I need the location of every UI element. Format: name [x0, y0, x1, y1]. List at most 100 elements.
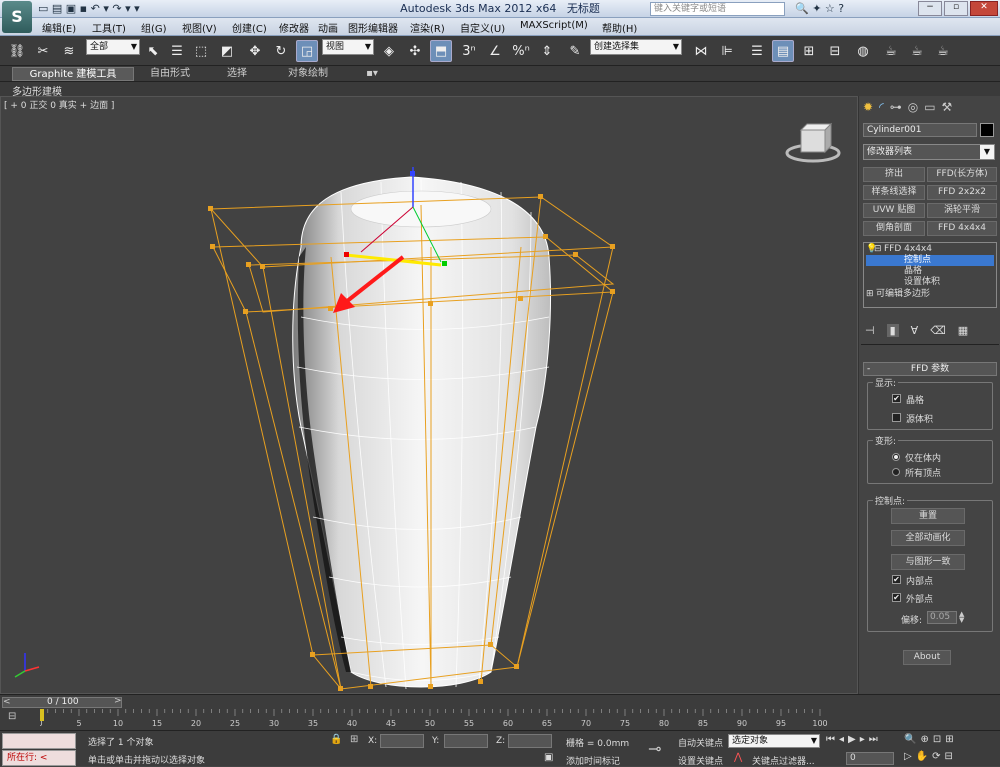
menu-modifiers[interactable]: 修改器 [279, 20, 309, 35]
mod-extrude-button[interactable]: 挤出 [863, 167, 925, 182]
key-filters-button[interactable]: 关键点过滤器... [752, 754, 815, 767]
select-manipulate-icon[interactable]: ✣ [404, 40, 426, 62]
pin-stack-icon[interactable]: ⊣ [865, 324, 875, 337]
add-time-tag[interactable]: 添加时间标记 [566, 754, 620, 767]
stack-subobject-lattice[interactable]: 晶格 [866, 266, 994, 277]
minimize-button[interactable]: − [918, 1, 942, 16]
orbit-icon[interactable]: ⟳ [932, 751, 940, 762]
rect-selection-icon[interactable]: ⬚ [190, 40, 212, 62]
offset-spinner-icon[interactable]: ▲ ▼ [959, 611, 968, 624]
running-line[interactable]: 所在行: < [2, 750, 76, 766]
mod-ffd222-button[interactable]: FFD 2x2x2 [927, 185, 997, 200]
angle-snap-icon[interactable]: ∠ [484, 40, 506, 62]
window-crossing-icon[interactable]: ◩ [216, 40, 238, 62]
lattice-checkbox[interactable]: ✔ [892, 394, 901, 403]
menu-graph-editors[interactable]: 图形编辑器 [348, 20, 398, 35]
keyboard-shortcut-icon[interactable]: ⬒ [430, 40, 452, 62]
edit-named-selection-icon[interactable]: ✎ [564, 40, 586, 62]
outside-points-checkbox[interactable]: ✔ [892, 593, 901, 602]
maximize-viewport-icon[interactable]: ⊞ [945, 734, 953, 745]
perspective-viewport[interactable] [0, 96, 858, 694]
display-tab-icon[interactable]: ▭ [924, 100, 935, 114]
prev-key-icon[interactable]: ◂ [839, 734, 844, 745]
modifier-list-dropdown[interactable]: 修改器列表 ▼ [863, 144, 995, 160]
rendered-frame-icon[interactable]: ☕ [906, 40, 928, 62]
current-frame-input[interactable]: 0 [846, 752, 894, 765]
modify-tab-icon[interactable]: ◜ [879, 100, 884, 114]
mod-uvw-map-button[interactable]: UVW 贴图 [863, 203, 925, 218]
mod-spline-select-button[interactable]: 样条线选择 [863, 185, 925, 200]
render-setup-icon[interactable]: ☕ [880, 40, 902, 62]
stack-item[interactable]: 💡⊟ FFD 4x4x4 [866, 244, 994, 255]
field-of-view-icon[interactable]: ▷ [904, 751, 912, 762]
play-icon[interactable]: ▶ [848, 734, 856, 745]
create-tab-icon[interactable]: ✹ [863, 100, 873, 114]
make-unique-icon[interactable]: ∀ [911, 324, 919, 337]
align-icon[interactable]: ⊫ [716, 40, 738, 62]
show-end-result-icon[interactable]: ▮ [886, 324, 899, 337]
graphite-toggle-icon[interactable]: ▤ [772, 40, 794, 62]
stack-item[interactable]: ⊞ 可编辑多边形 [866, 289, 994, 300]
mod-ffd444-button[interactable]: FFD 4x4x4 [927, 221, 997, 236]
selection-filter-dropdown[interactable]: 全部 ▼ [86, 39, 140, 55]
lock-selection-icon[interactable]: 🔒 [330, 734, 342, 745]
absolute-mode-icon[interactable]: ⊞ [350, 734, 358, 745]
menu-create[interactable]: 创建(C) [232, 20, 267, 35]
info-center-icons[interactable]: 🔍 ✦ ☆ ? [795, 2, 844, 15]
rotate-icon[interactable]: ↻ [270, 40, 292, 62]
reset-button[interactable]: 重置 [891, 508, 965, 524]
menu-view[interactable]: 视图(V) [182, 20, 217, 35]
offset-input[interactable]: 0.05 [927, 611, 957, 624]
menu-edit[interactable]: 编辑(E) [42, 20, 76, 35]
stack-subobject-control-points[interactable]: 控制点 [866, 255, 994, 266]
motion-tab-icon[interactable]: ◎ [908, 100, 918, 114]
key-mode-icon[interactable]: ⊸ [648, 739, 661, 758]
pivot-center-icon[interactable]: ◈ [378, 40, 400, 62]
named-selection-dropdown[interactable]: 创建选择集 ▼ [590, 39, 682, 55]
mirror-icon[interactable]: ⋈ [690, 40, 712, 62]
menu-animation[interactable]: 动画 [318, 20, 338, 35]
animate-all-button[interactable]: 全部动画化 [891, 530, 965, 546]
menu-group[interactable]: 组(G) [141, 20, 167, 35]
hierarchy-tab-icon[interactable]: ⊶ [890, 100, 902, 114]
x-coord-input[interactable] [380, 734, 424, 748]
tab-graphite-modeling[interactable]: Graphite 建模工具 [12, 67, 134, 81]
mod-ffd-box-button[interactable]: FFD(长方体) [927, 167, 997, 182]
next-key-icon[interactable]: ▸ [860, 734, 865, 745]
ribbon-options-icon[interactable]: ▪▾ [360, 67, 384, 81]
mod-turbosmooth-button[interactable]: 涡轮平滑 [927, 203, 997, 218]
app-logo-icon[interactable]: S [2, 1, 32, 33]
pan-icon[interactable]: ✋ [916, 751, 928, 762]
deform-all-vertices-radio[interactable] [892, 468, 900, 476]
current-time-marker[interactable] [40, 709, 44, 721]
tab-selection[interactable]: 选择 [212, 67, 262, 81]
zoom-icon[interactable]: 🔍 [904, 734, 916, 745]
expand-icon[interactable]: ⊞ [866, 289, 876, 300]
close-button[interactable]: ✕ [970, 1, 998, 16]
time-ruler[interactable]: 0510152025303540455055606570758085909510… [37, 709, 860, 729]
material-editor-icon[interactable]: ◍ [852, 40, 874, 62]
collapse-icon[interactable]: ⊟ [874, 244, 884, 255]
menu-maxscript[interactable]: MAXScript(M) [520, 20, 588, 31]
menu-tools[interactable]: 工具(T) [92, 20, 126, 35]
viewport-label[interactable]: [ + 0 正交 0 真实 + 边面 ] [4, 98, 114, 111]
spinner-snap-icon[interactable]: ⇕ [536, 40, 558, 62]
zoom-all-icon[interactable]: ⊕ [920, 734, 928, 745]
tab-object-paint[interactable]: 对象绘制 [276, 67, 340, 81]
tab-freeform[interactable]: 自由形式 [140, 67, 200, 81]
prev-frame-icon[interactable]: < [3, 697, 11, 707]
link-icon[interactable]: ⛓ [6, 40, 28, 62]
min-max-toggle-icon[interactable]: ⊟ [945, 751, 953, 762]
mod-bevel-profile-button[interactable]: 倒角剖面 [863, 221, 925, 236]
scale-icon[interactable]: ◲ [296, 40, 318, 62]
unlink-icon[interactable]: ✂ [32, 40, 54, 62]
stack-subobject-set-volume[interactable]: 设置体积 [866, 277, 994, 288]
z-coord-input[interactable] [508, 734, 552, 748]
object-name-field[interactable]: Cylinder001 [863, 123, 977, 137]
layer-manager-icon[interactable]: ☰ [746, 40, 768, 62]
curve-editor-icon[interactable]: ⊞ [798, 40, 820, 62]
go-to-end-icon[interactable]: ⏭ [869, 734, 878, 745]
remove-modifier-icon[interactable]: ⌫ [930, 324, 946, 337]
go-to-start-icon[interactable]: ⏮ [826, 734, 835, 745]
quick-access-icons[interactable]: ▭ ▤ ▣ ▪ ↶ ▾ ↷ ▾ ▾ [38, 2, 140, 15]
